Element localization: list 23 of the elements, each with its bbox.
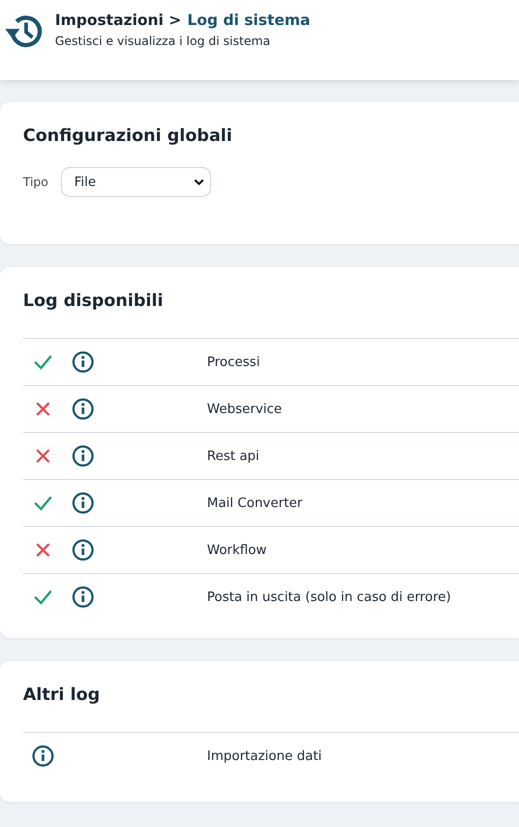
- log-name: Posta in uscita (solo in caso di errore): [207, 590, 451, 604]
- info-icon[interactable]: [72, 492, 94, 514]
- log-name: Rest api: [207, 448, 260, 464]
- log-name: Processi: [207, 354, 260, 370]
- section-title: Configurazioni globali: [23, 126, 234, 146]
- log-name: Webservice: [207, 402, 282, 416]
- log-name: Mail Converter: [207, 496, 302, 510]
- section-title: Altri log: [23, 685, 101, 705]
- info-icon[interactable]: [32, 745, 54, 767]
- field-label: Tipo: [23, 175, 48, 189]
- info-icon[interactable]: [72, 539, 94, 561]
- log-name: Importazione dati: [207, 748, 322, 764]
- info-icon[interactable]: [72, 351, 94, 373]
- log-name: Workflow: [207, 542, 267, 558]
- page-subtitle: Gestisci e visualizza i log di sistema: [55, 34, 272, 48]
- section-title: Log disponibili: [23, 291, 164, 311]
- info-icon[interactable]: [72, 586, 94, 608]
- page-title: Log di sistema: [187, 11, 310, 29]
- type-select[interactable]: File: [61, 167, 212, 197]
- info-icon[interactable]: [72, 398, 94, 420]
- info-icon[interactable]: [72, 445, 94, 467]
- breadcrumb-link[interactable]: Impostazioni >: [55, 11, 182, 29]
- chevron-icon: [194, 179, 204, 185]
